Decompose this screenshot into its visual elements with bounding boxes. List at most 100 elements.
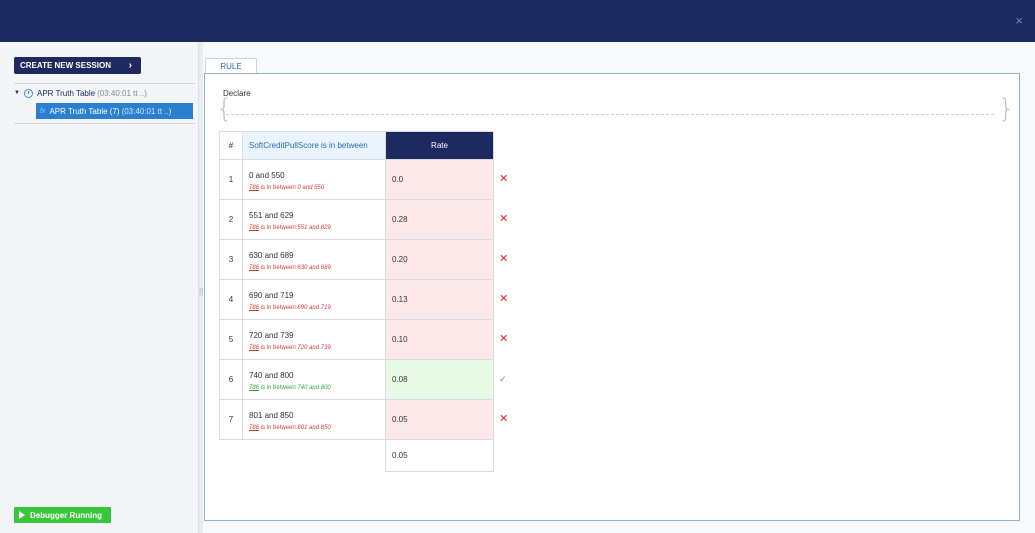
evaluation-operator: is in between (260, 384, 296, 391)
row-number: 4 (219, 279, 243, 320)
x-mark-icon: ✕ (499, 413, 509, 425)
rate-cell[interactable]: 0.13 (385, 279, 494, 320)
x-mark-icon: ✕ (499, 173, 509, 185)
rate-cell[interactable]: 0.0 (385, 159, 494, 200)
clock-icon (24, 88, 33, 98)
row-status: ✓ (494, 360, 524, 400)
tree-child-label: APR Truth Table (7) (49, 106, 120, 116)
default-rate-cell[interactable]: 0.05 (385, 439, 494, 472)
row-number: 7 (219, 399, 243, 440)
rate-cell[interactable]: 0.10 (385, 319, 494, 360)
header-condition[interactable]: SoftCreditPullScore is in between (242, 131, 386, 160)
row-number: 3 (219, 239, 243, 280)
function-icon: fx (40, 107, 46, 115)
evaluated-variable[interactable]: 786 (249, 265, 259, 271)
evaluation-range: 801 and 850 (297, 424, 331, 431)
sidebar: CREATE NEW SESSION › ▼ APR Truth Table (… (0, 42, 199, 533)
table-row[interactable]: 6 740 and 800 786 is in between 740 and 80… (219, 359, 524, 400)
evaluation-operator: is in between (260, 184, 296, 191)
evaluation-range: 630 and 689 (297, 264, 331, 271)
condition-evaluation: 786 is in between 690 and 719 (249, 305, 385, 311)
rate-cell[interactable]: 0.08 (385, 359, 494, 400)
create-new-session-button[interactable]: CREATE NEW SESSION › (14, 57, 141, 74)
x-mark-icon: ✕ (499, 293, 509, 305)
evaluated-variable[interactable]: 786 (249, 305, 259, 311)
tree-item-apr-truth-table[interactable]: ▼ APR Truth Table (03:40:01 tt ..) (14, 86, 195, 100)
evaluation-operator: is in between (260, 424, 296, 431)
caret-down-icon[interactable]: ▼ (14, 90, 24, 96)
close-icon[interactable]: × (1015, 14, 1023, 27)
evaluated-variable[interactable]: 786 (249, 185, 259, 191)
rate-cell[interactable]: 0.20 (385, 239, 494, 280)
header-rate[interactable]: Rate (385, 131, 494, 160)
evaluated-variable[interactable]: 786 (249, 425, 259, 431)
condition-evaluation: 786 is in between 630 and 689 (249, 265, 385, 271)
evaluation-range: 720 and 739 (297, 344, 331, 351)
condition-cell[interactable]: 720 and 739 786 is in between 720 and 739 (242, 319, 386, 360)
tree-item-time: (03:40:01 tt ..) (97, 88, 147, 98)
table-row[interactable]: 5 720 and 739 786 is in between 720 and 73… (219, 319, 524, 360)
condition-value: 801 and 850 (249, 410, 294, 420)
row-number: 2 (219, 199, 243, 240)
evaluated-variable[interactable]: 786 (249, 345, 259, 351)
condition-evaluation: 786 is in between 720 and 739 (249, 345, 385, 351)
evaluated-variable[interactable]: 786 (249, 385, 259, 391)
tab-rule[interactable]: RULE (205, 58, 257, 73)
table-row[interactable]: 10 and 550 786 is in between 0 and 550 0.0… (219, 159, 524, 200)
table-row[interactable]: 4 690 and 719 786 is in between 690 and 71… (219, 279, 524, 320)
rate-cell[interactable]: 0.28 (385, 199, 494, 240)
condition-evaluation: 786 is in between 0 and 550 (249, 185, 385, 191)
condition-cell[interactable]: 740 and 800 786 is in between 740 and 800 (242, 359, 386, 400)
session-tree: ▼ APR Truth Table (03:40:01 tt ..) fx AP… (14, 83, 195, 124)
row-number: 5 (219, 319, 243, 360)
rule-panel: Declare { } # SoftCreditPullScore is in … (204, 73, 1020, 521)
row-status: ✕ (494, 400, 524, 440)
table-row[interactable]: 2 551 and 629 786 is in between 551 and 62… (219, 199, 524, 240)
condition-cell[interactable]: 801 and 850 786 is in between 801 and 850 (242, 399, 386, 440)
table-row[interactable]: 7 801 and 850 786 is in between 801 and 85… (219, 399, 524, 440)
chevron-right-icon: › (128, 60, 132, 71)
condition-cell[interactable]: 551 and 629 786 is in between 551 and 629 (242, 199, 386, 240)
table-row[interactable]: 3 630 and 689 786 is in between 630 and 68… (219, 239, 524, 280)
evaluation-range: 740 and 800 (297, 384, 331, 391)
condition-value: 720 and 739 (249, 330, 294, 340)
condition-cell[interactable]: 630 and 689 786 is in between 630 and 689 (242, 239, 386, 280)
condition-value: 551 and 629 (249, 210, 294, 220)
debugger-running-button[interactable]: Debugger Running (14, 507, 111, 523)
row-status: ✕ (494, 320, 524, 360)
rate-cell[interactable]: 0.05 (385, 399, 494, 440)
evaluation-operator: is in between (260, 344, 296, 351)
condition-value: 0 and 550 (249, 170, 285, 180)
tree-child-time: (03:40:01 tt ..) (121, 106, 172, 116)
truth-table: # SoftCreditPullScore is in between Rate… (219, 131, 524, 472)
brace-close-icon: } (998, 94, 1015, 124)
row-status: ✕ (494, 240, 524, 280)
create-new-session-label: CREATE NEW SESSION (20, 61, 111, 70)
row-number: 1 (219, 159, 243, 200)
condition-value: 630 and 689 (249, 250, 294, 260)
row-status: ✕ (494, 200, 524, 240)
tree-item-apr-truth-table-7[interactable]: fx APR Truth Table (7) (03:40:01 tt ..) (36, 103, 193, 119)
play-icon (19, 511, 25, 519)
declare-input[interactable] (226, 114, 994, 115)
condition-cell[interactable]: 0 and 550 786 is in between 0 and 550 (242, 159, 386, 200)
condition-evaluation: 786 is in between 740 and 800 (249, 385, 385, 391)
title-bar: × (0, 0, 1035, 42)
evaluation-operator: is in between (260, 304, 296, 311)
row-status: ✕ (494, 280, 524, 320)
evaluation-operator: is in between (260, 224, 296, 231)
main-panel: RULE Declare { } # SoftCreditPullScore i… (203, 42, 1035, 533)
evaluated-variable[interactable]: 786 (249, 225, 259, 231)
default-row: 0.05 (220, 439, 524, 472)
x-mark-icon: ✕ (499, 333, 509, 345)
x-mark-icon: ✕ (499, 213, 509, 225)
evaluation-range: 0 and 550 (297, 184, 325, 191)
condition-cell[interactable]: 690 and 719 786 is in between 690 and 719 (242, 279, 386, 320)
evaluation-operator: is in between (260, 264, 296, 271)
row-status: ✕ (494, 160, 524, 200)
header-number: # (219, 131, 243, 160)
condition-value: 740 and 800 (249, 370, 294, 380)
evaluation-range: 690 and 719 (297, 304, 331, 311)
debugger-label: Debugger Running (30, 510, 102, 520)
x-mark-icon: ✕ (499, 253, 509, 265)
